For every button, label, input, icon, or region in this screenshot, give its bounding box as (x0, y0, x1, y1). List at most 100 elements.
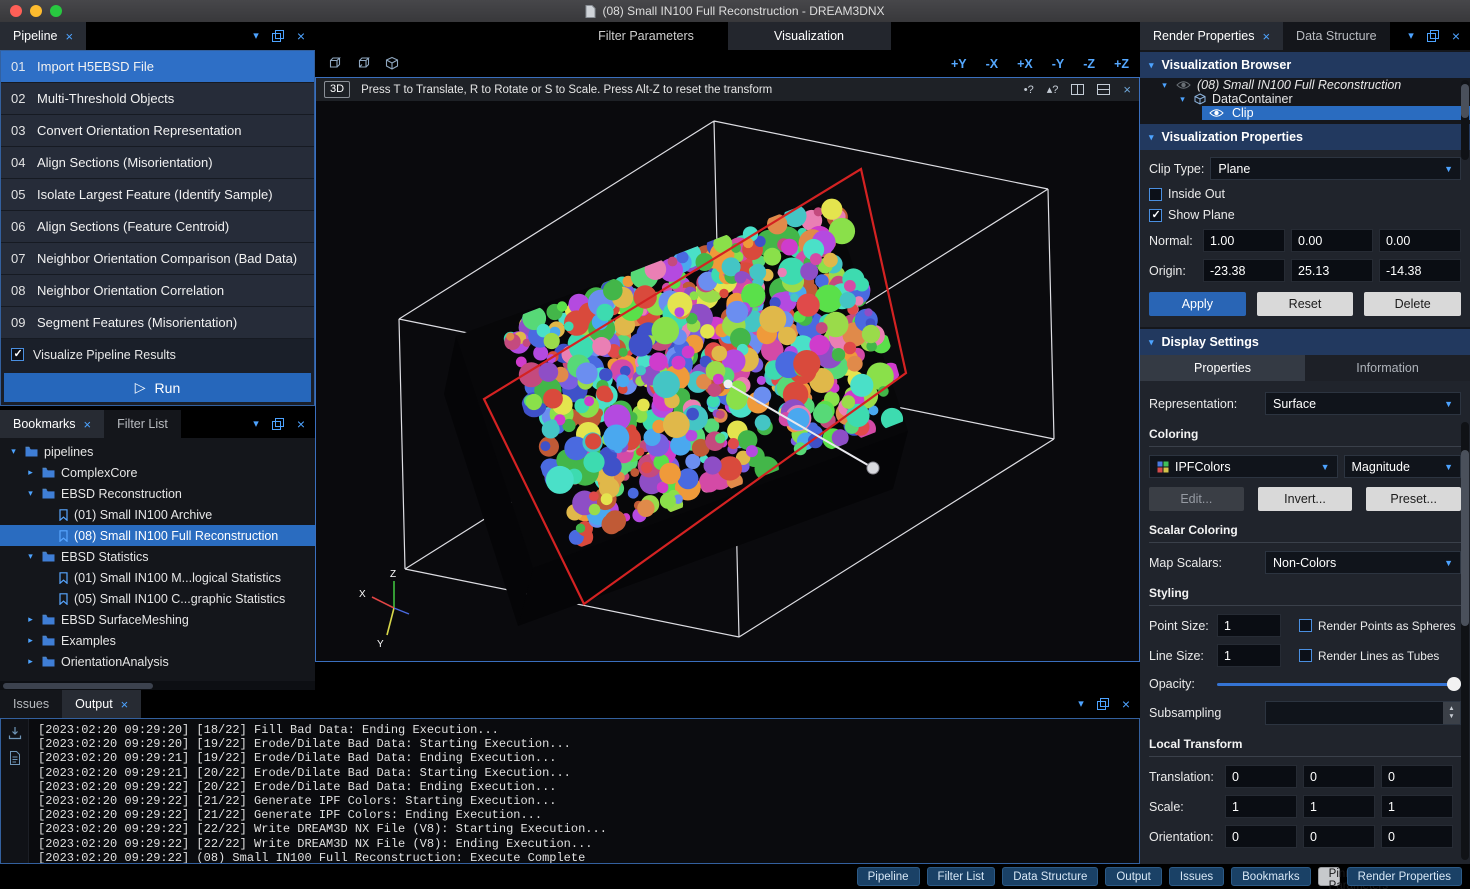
axis-preset-minus-z[interactable]: -Z (1083, 57, 1095, 71)
chevron-right-icon[interactable]: ▸ (25, 635, 36, 646)
opacity-slider[interactable] (1217, 677, 1461, 691)
tab-filter-parameters[interactable]: Filter Parameters (565, 22, 728, 50)
show-plane-checkbox[interactable] (1149, 209, 1162, 222)
split-vertical-icon[interactable] (1071, 84, 1084, 95)
close-tab-icon[interactable]: × (84, 418, 92, 431)
chevron-down-icon[interactable]: ▾ (1408, 31, 1414, 42)
delete-button[interactable]: Delete (1364, 292, 1461, 316)
dock-toggle-render-properties[interactable]: Render Properties (1347, 867, 1462, 886)
tab-display-information[interactable]: Information (1305, 355, 1470, 381)
dock-toggle-bookmarks[interactable]: Bookmarks (1231, 867, 1311, 886)
origin-x-field[interactable] (1203, 259, 1285, 282)
float-panel-icon[interactable] (272, 30, 284, 42)
tab-bookmarks[interactable]: Bookmarks × (0, 410, 104, 438)
dock-toggle-filter-list[interactable]: Filter List (927, 867, 996, 886)
edit-colormap-button[interactable]: Edit... (1149, 487, 1244, 511)
chevron-down-icon[interactable]: ▾ (1078, 699, 1084, 710)
split-horizontal-icon[interactable] (1097, 84, 1110, 95)
log-file-icon[interactable] (9, 751, 21, 765)
origin-z-field[interactable] (1379, 259, 1461, 282)
chevron-down-icon[interactable]: ▾ (1149, 60, 1154, 71)
scrollbar-thumb[interactable] (1461, 84, 1469, 118)
float-panel-icon[interactable] (272, 418, 284, 430)
orientation-x-field[interactable] (1225, 825, 1297, 848)
console-log[interactable]: [2023:02:20 09:29:20] [18/22] Fill Bad D… (29, 719, 1139, 863)
bookmark-folder-orientationanalysis[interactable]: ▸OrientationAnalysis (0, 651, 315, 672)
coloring-array-dropdown[interactable]: IPFColors ▼ (1149, 455, 1338, 478)
preset-colormap-button[interactable]: Preset... (1366, 487, 1461, 511)
inside-out-checkbox[interactable] (1149, 188, 1162, 201)
properties-scrollbar[interactable] (1461, 422, 1469, 860)
apply-button[interactable]: Apply (1149, 292, 1246, 316)
camera-fit-icon[interactable] (355, 56, 371, 71)
tab-render-properties[interactable]: Render Properties × (1140, 22, 1283, 50)
normal-y-field[interactable] (1291, 229, 1373, 252)
minimize-window-button[interactable] (30, 5, 42, 17)
camera-reset-icon[interactable] (326, 56, 342, 71)
camera-orientation-cube-icon[interactable] (384, 56, 400, 71)
horizontal-scrollbar[interactable] (0, 681, 315, 690)
close-tab-icon[interactable]: × (1262, 30, 1270, 43)
invert-colormap-button[interactable]: Invert... (1258, 487, 1353, 511)
render-viewport[interactable]: Z X Y (316, 101, 1139, 661)
chevron-right-icon[interactable]: ▸ (25, 656, 36, 667)
tab-data-structure[interactable]: Data Structure (1283, 22, 1390, 50)
tab-output[interactable]: Output × (62, 690, 141, 718)
subsampling-spinbox[interactable]: ▲▼ (1265, 701, 1461, 725)
scrollbar-thumb[interactable] (3, 683, 153, 689)
point-picker-icon[interactable]: •? (1024, 84, 1034, 96)
close-view-icon[interactable]: × (1123, 82, 1131, 97)
float-panel-icon[interactable] (1427, 30, 1439, 42)
visualize-results-checkbox[interactable] (11, 348, 24, 361)
orientation-y-field[interactable] (1303, 825, 1375, 848)
pipeline-filter-row-06[interactable]: 06Align Sections (Feature Centroid) (1, 211, 314, 243)
chevron-down-icon[interactable]: ▾ (253, 31, 259, 42)
point-size-field[interactable] (1217, 614, 1281, 637)
dock-toggle-pipeline[interactable]: Pipeline (857, 867, 920, 886)
chevron-down-icon[interactable]: ▾ (253, 419, 259, 430)
translation-y-field[interactable] (1303, 765, 1375, 788)
chevron-right-icon[interactable]: ▸ (25, 614, 36, 625)
close-panel-icon[interactable]: × (297, 29, 305, 43)
clip-type-dropdown[interactable]: Plane ▼ (1210, 157, 1461, 180)
tab-visualization[interactable]: Visualization (728, 22, 891, 50)
bookmark-folder-ebsd-surfacemeshing[interactable]: ▸EBSD SurfaceMeshing (0, 609, 315, 630)
cell-picker-icon[interactable]: ▴? (1047, 83, 1059, 96)
pipeline-filter-row-07[interactable]: 07Neighbor Orientation Comparison (Bad D… (1, 243, 314, 275)
axis-preset-minus-y[interactable]: -Y (1052, 57, 1065, 71)
map-scalars-dropdown[interactable]: Non-Colors ▼ (1265, 551, 1461, 574)
slider-thumb[interactable] (1447, 677, 1461, 691)
axis-preset-plus-z[interactable]: +Z (1114, 57, 1129, 71)
browser-item-pipeline[interactable]: ▾ (08) Small IN100 Full Reconstruction (1140, 78, 1470, 92)
dock-toggle-output[interactable]: Output (1105, 867, 1162, 886)
origin-y-field[interactable] (1291, 259, 1373, 282)
chevron-down-icon[interactable]: ▾ (1149, 132, 1154, 143)
tab-issues[interactable]: Issues (0, 690, 62, 718)
close-panel-icon[interactable]: × (1452, 29, 1460, 43)
close-window-button[interactable] (10, 5, 22, 17)
dock-toggle-issues[interactable]: Issues (1169, 867, 1224, 886)
browser-item-clip[interactable]: Clip (1140, 106, 1470, 120)
run-pipeline-button[interactable]: ▷ Run (4, 373, 311, 402)
eye-icon[interactable] (1209, 108, 1224, 118)
bookmark-item--01-small-in100-m-logical-statistics[interactable]: (01) Small IN100 M...logical Statistics (0, 567, 315, 588)
selected-clip-module[interactable]: Clip (1202, 106, 1470, 120)
dock-toggle-pinned-parameters[interactable]: Pinned Parameters (1318, 867, 1340, 886)
bookmark-folder-pipelines[interactable]: ▾pipelines (0, 441, 315, 462)
chevron-down-icon[interactable]: ▾ (25, 551, 36, 562)
export-log-icon[interactable] (8, 726, 22, 740)
tab-display-properties[interactable]: Properties (1140, 355, 1305, 381)
pipeline-filter-row-02[interactable]: 02Multi-Threshold Objects (1, 83, 314, 115)
visualization-browser-header[interactable]: ▾ Visualization Browser (1140, 52, 1470, 78)
chevron-down-icon[interactable]: ▾ (1159, 80, 1170, 91)
reset-button[interactable]: Reset (1257, 292, 1354, 316)
pipeline-filter-row-08[interactable]: 08Neighbor Orientation Correlation (1, 275, 314, 307)
bookmark-folder-examples[interactable]: ▸Examples (0, 630, 315, 651)
close-panel-icon[interactable]: × (1122, 697, 1130, 711)
pipeline-filter-row-01[interactable]: 01Import H5EBSD File (1, 51, 314, 83)
view-mode-badge[interactable]: 3D (324, 81, 350, 98)
normal-x-field[interactable] (1203, 229, 1285, 252)
tab-pipeline[interactable]: Pipeline × (0, 22, 86, 50)
close-tab-icon[interactable]: × (121, 698, 129, 711)
tab-filter-list[interactable]: Filter List (104, 410, 181, 438)
